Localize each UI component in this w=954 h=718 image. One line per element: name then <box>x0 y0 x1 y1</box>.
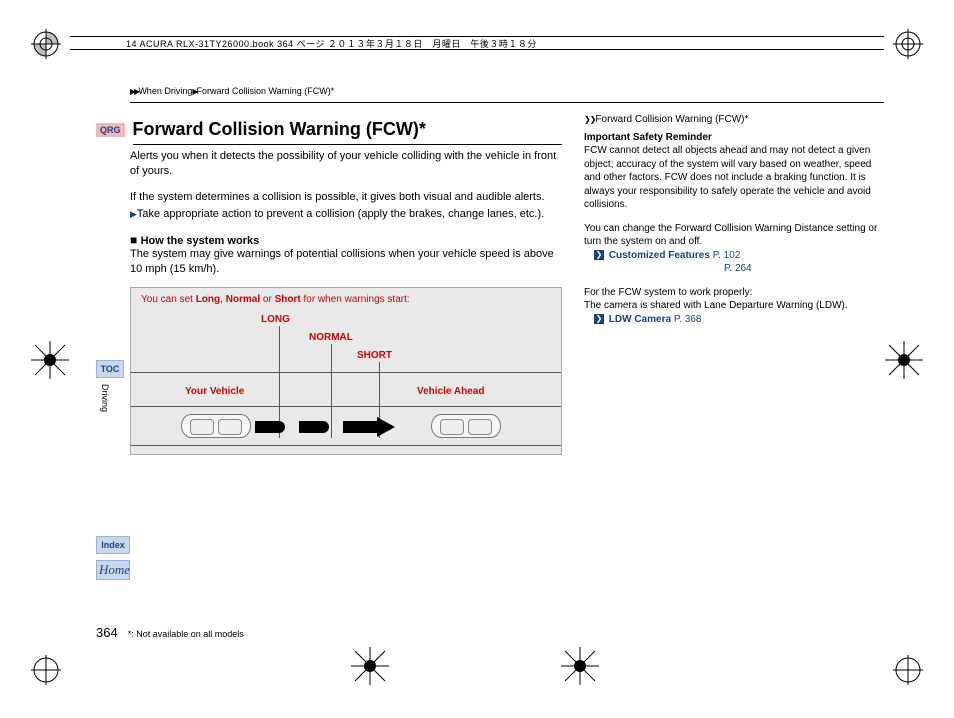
normal-label: NORMAL <box>309 332 353 343</box>
subhead-text: How the system works <box>141 235 260 247</box>
motion-arrow-icon <box>255 420 395 434</box>
speed-text: The system may give warnings of potentia… <box>130 247 562 278</box>
registration-mark <box>30 654 62 686</box>
ldw-camera-link[interactable]: LDW Camera <box>609 314 671 325</box>
main-column: QRG Forward Collision Warning (FCW)* Ale… <box>130 113 562 455</box>
crop-mark <box>350 646 390 686</box>
your-vehicle-label: Your Vehicle <box>185 386 244 397</box>
registration-mark <box>30 28 62 60</box>
sidebar-column: ❯❯Forward Collision Warning (FCW)* Impor… <box>584 113 884 455</box>
action-body: Take appropriate action to prevent a col… <box>137 208 544 220</box>
lane-line <box>131 372 561 373</box>
link-arrow-icon: ❯ <box>594 250 604 260</box>
page-footer: 364 *: Not available on all models <box>96 625 244 640</box>
subheading: ■ How the system works <box>130 233 562 247</box>
breadcrumb-a: When Driving <box>138 86 192 96</box>
divider <box>130 102 884 103</box>
page-title: Forward Collision Warning (FCW)* <box>133 119 562 145</box>
lane-line <box>131 406 561 407</box>
camera-note: For the FCW system to work properly: The… <box>584 286 884 327</box>
qrg-badge[interactable]: QRG <box>96 123 125 137</box>
crop-mark <box>560 646 600 686</box>
triangle-bullet-icon: ▶ <box>130 209 137 219</box>
registration-mark <box>892 28 924 60</box>
breadcrumb: ▶▶When Driving▶Forward Collision Warning… <box>130 86 884 96</box>
long-label: LONG <box>261 314 290 325</box>
link-arrow-icon: ❯ <box>594 314 604 324</box>
page-ref[interactable]: P. 368 <box>674 314 702 325</box>
vehicle-ahead-label: Vehicle Ahead <box>417 386 484 397</box>
action-text: ▶Take appropriate action to prevent a co… <box>144 207 562 222</box>
home-button[interactable]: Home <box>96 560 130 580</box>
breadcrumb-b: Forward Collision Warning (FCW)* <box>197 86 335 96</box>
fcw-diagram: You can set Long, Normal or Short for wh… <box>130 287 562 455</box>
crop-mark <box>884 340 924 380</box>
safety-body: FCW cannot detect all objects ahead and … <box>584 145 871 210</box>
customized-features-link[interactable]: Customized Features <box>609 250 710 261</box>
safety-heading: Important Safety Reminder <box>584 132 712 143</box>
section-tab: Driving <box>100 384 110 412</box>
settings-note: You can change the Forward Collision War… <box>584 222 884 276</box>
home-label: Home <box>99 562 130 577</box>
index-button[interactable]: Index <box>96 536 130 554</box>
header-text: 14 ACURA RLX-31TY26000.book 364 ページ ２０１３… <box>126 37 537 50</box>
side-title: ❯❯Forward Collision Warning (FCW)* <box>584 113 884 127</box>
crop-mark <box>30 340 70 380</box>
square-bullet-icon: ■ <box>130 233 141 247</box>
toc-button[interactable]: TOC <box>96 360 124 378</box>
ahead-car-icon <box>431 414 501 438</box>
chevron-icon: ❯❯ <box>584 115 595 124</box>
alert-text: If the system determines a collision is … <box>130 190 562 205</box>
print-header: 14 ACURA RLX-31TY26000.book 364 ページ ２０１３… <box>70 36 884 50</box>
page-number: 364 <box>96 625 118 640</box>
lane-line <box>131 445 561 446</box>
safety-reminder: Important Safety Reminder FCW cannot det… <box>584 131 884 212</box>
footnote: *: Not available on all models <box>128 629 244 639</box>
your-car-icon <box>181 414 251 438</box>
page-ref[interactable]: P. 102 <box>713 250 741 261</box>
short-label: SHORT <box>357 350 392 361</box>
registration-mark <box>892 654 924 686</box>
diagram-caption: You can set Long, Normal or Short for wh… <box>141 294 410 305</box>
page-ref[interactable]: P. 264 <box>724 263 752 274</box>
intro-text: Alerts you when it detects the possibili… <box>130 149 562 180</box>
